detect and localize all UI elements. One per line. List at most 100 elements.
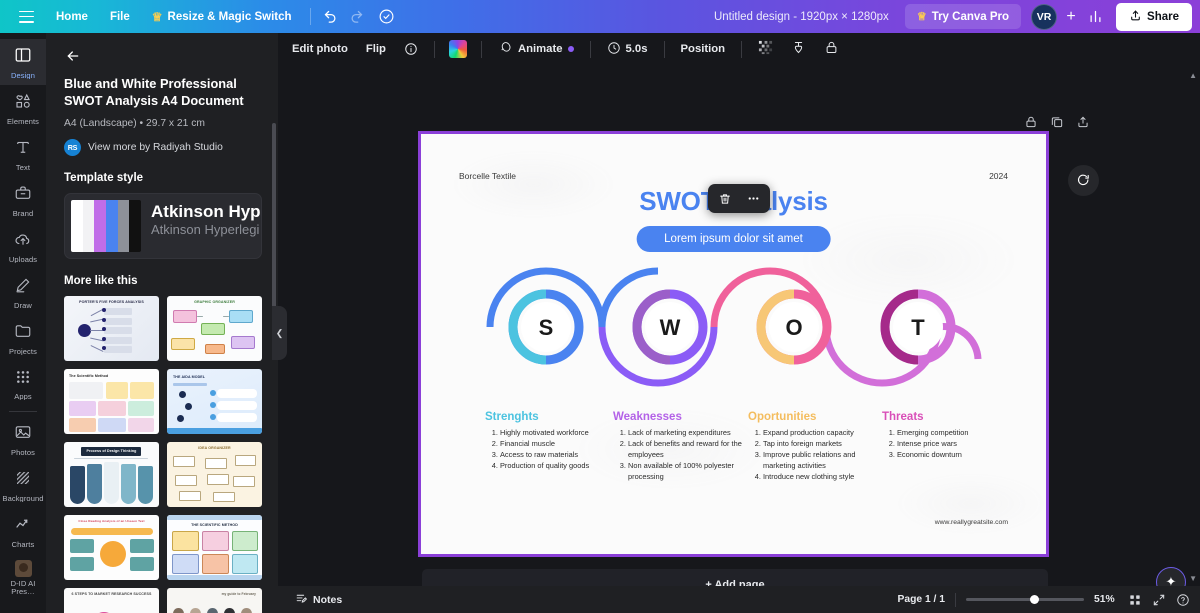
- author-link[interactable]: View more by Radiyah Studio: [88, 142, 223, 153]
- swot-letter-t: T: [911, 315, 925, 340]
- sidebar-item-did-ai-presenters[interactable]: D-ID AI Pres…: [0, 554, 46, 600]
- rotate-icon[interactable]: [1068, 165, 1099, 196]
- duplicate-icon[interactable]: [1050, 115, 1064, 134]
- position-button[interactable]: Position: [673, 38, 734, 60]
- sidebar-item-brand[interactable]: Brand: [0, 177, 46, 223]
- text-t-icon: [14, 138, 32, 161]
- template-thumbnail[interactable]: THE SCIENTIFIC METHOD: [167, 514, 262, 580]
- list-item: Non available of 100% polyester processi…: [628, 461, 753, 483]
- template-thumbnail[interactable]: 6 STEPS TO MARKET RESEARCH SUCCESS: [64, 587, 159, 613]
- grid-view-icon[interactable]: [1128, 593, 1142, 607]
- sidebar-item-background[interactable]: Background: [0, 462, 46, 508]
- document-title[interactable]: Untitled design - 1920px × 1280px: [704, 6, 899, 28]
- trash-icon[interactable]: [712, 187, 738, 210]
- sidebar-item-elements[interactable]: Elements: [0, 85, 46, 131]
- notes-button[interactable]: Notes: [288, 588, 349, 612]
- sidebar-label: Draw: [14, 301, 32, 310]
- left-icon-rail: Design Elements Text Brand Uploads Draw …: [0, 33, 46, 613]
- resize-label: Resize & Magic Switch: [167, 10, 292, 23]
- scroll-down-arrow[interactable]: ▼: [1189, 574, 1197, 583]
- template-thumbnail[interactable]: THE AIDA MODEL: [167, 368, 262, 434]
- status-bar: Notes Page 1 / 1 51%: [278, 586, 1200, 613]
- page-website: www.reallygreatsite.com: [934, 519, 1008, 526]
- collapse-panel-handle[interactable]: ❮: [272, 306, 287, 360]
- template-thumbnail[interactable]: my guide to February: [167, 587, 262, 613]
- flip-button[interactable]: Flip: [358, 38, 394, 60]
- sidebar-item-charts[interactable]: Charts: [0, 508, 46, 554]
- sidebar-item-photos[interactable]: Photos: [0, 416, 46, 462]
- zoom-knob[interactable]: [1030, 595, 1039, 604]
- divider: [589, 40, 591, 58]
- sidebar-item-design[interactable]: Design: [0, 39, 46, 85]
- column-heading: Strenghts: [485, 411, 539, 423]
- template-author[interactable]: RS View more by Radiyah Studio: [64, 138, 262, 156]
- template-thumbnail[interactable]: Process of Design Thinking: [64, 441, 159, 507]
- hamburger-icon: [19, 10, 34, 23]
- clock-icon: [607, 41, 621, 58]
- bar-chart-icon[interactable]: [1082, 4, 1108, 30]
- export-icon[interactable]: [1076, 115, 1090, 134]
- main-menu-button[interactable]: [8, 6, 45, 28]
- share-label: Share: [1147, 10, 1179, 23]
- expand-icon[interactable]: [1152, 593, 1166, 607]
- template-thumbnail[interactable]: GRAPHIC ORGANIZER: [167, 295, 262, 361]
- lock-button[interactable]: [816, 35, 847, 63]
- sidebar-item-text[interactable]: Text: [0, 131, 46, 177]
- sidebar-label: Apps: [14, 392, 32, 401]
- template-thumbnail[interactable]: Close Reading Analysis of an Unseen Text: [64, 514, 159, 580]
- add-collaborator-button[interactable]: +: [1060, 8, 1082, 26]
- object-toolbar: Edit photo Flip Animate 5.0s Position: [278, 33, 1200, 65]
- notes-label: Notes: [313, 593, 343, 606]
- share-button[interactable]: Share: [1116, 2, 1192, 31]
- color-swatch-button[interactable]: [443, 36, 473, 62]
- thumbnail-title: GRAPHIC ORGANIZER: [194, 299, 235, 304]
- swot-column-threats: Threats Emerging competition Intense pri…: [882, 411, 1012, 461]
- file-menu-button[interactable]: File: [99, 6, 141, 28]
- canvas-area: Borcelle Textile 2024 SWOT Analysis Lore…: [278, 65, 1200, 601]
- list-item: Highly motivated workforce: [500, 428, 619, 439]
- home-button[interactable]: Home: [45, 6, 99, 28]
- sidebar-item-apps[interactable]: Apps: [0, 361, 46, 407]
- cloud-check-icon[interactable]: [374, 4, 400, 30]
- template-thumbnail[interactable]: The Scientific Method: [64, 368, 159, 434]
- avatar[interactable]: VR: [1031, 3, 1058, 30]
- divider: [480, 40, 482, 58]
- sidebar-label: Brand: [12, 209, 34, 218]
- tone-button[interactable]: [783, 35, 814, 63]
- template-details-panel: Blue and White Professional SWOT Analysi…: [46, 33, 278, 613]
- column-list: Expand production capacity Tap into fore…: [748, 428, 888, 482]
- list-item: Lack of marketing expenditures: [628, 428, 753, 439]
- photo-icon: [14, 423, 32, 446]
- try-canva-pro-button[interactable]: ♕ Try Canva Pro: [904, 4, 1022, 29]
- zoom-slider[interactable]: [966, 593, 1084, 607]
- page-count: Page 1 / 1: [897, 594, 945, 605]
- list-item: Lack of benefits and reward for the empl…: [628, 439, 753, 461]
- avatar-thumbnail-icon: [14, 560, 32, 577]
- scroll-up-arrow[interactable]: ▲: [1189, 71, 1197, 80]
- help-circle-icon[interactable]: [1176, 593, 1190, 607]
- sidebar-item-uploads[interactable]: Uploads: [0, 223, 46, 269]
- sidebar-item-draw[interactable]: Draw: [0, 269, 46, 315]
- page-year: 2024: [989, 171, 1008, 181]
- duration-button[interactable]: 5.0s: [599, 36, 656, 63]
- transparency-button[interactable]: [750, 35, 781, 63]
- page-brand: Borcelle Textile: [459, 171, 517, 181]
- swot-column-opportunities: Oportunities Expand production capacity …: [748, 411, 888, 482]
- sidebar-label: Design: [11, 71, 35, 80]
- more-dots-icon[interactable]: [740, 187, 766, 210]
- thumbnail-title: Process of Design Thinking: [86, 448, 137, 453]
- template-thumbnail[interactable]: PORTER'S FIVE FORCES ANALYSIS: [64, 295, 159, 361]
- template-thumbnail[interactable]: IDEA ORGANIZER: [167, 441, 262, 507]
- info-circle-icon[interactable]: [396, 37, 426, 61]
- redo-icon[interactable]: [344, 4, 370, 30]
- edit-photo-button[interactable]: Edit photo: [284, 38, 356, 60]
- page-subtitle-pill: Lorem ipsum dolor sit amet: [636, 226, 831, 252]
- thumbnail-title: 6 STEPS TO MARKET RESEARCH SUCCESS: [71, 591, 152, 596]
- template-style-card[interactable]: Atkinson Hyp Atkinson Hyperlegi: [64, 192, 262, 259]
- undo-icon[interactable]: [318, 4, 344, 30]
- animate-button[interactable]: Animate: [490, 35, 582, 63]
- panel-back-button[interactable]: [58, 41, 88, 71]
- resize-magic-switch-button[interactable]: ♕ Resize & Magic Switch: [141, 5, 303, 29]
- sidebar-item-projects[interactable]: Projects: [0, 315, 46, 361]
- column-heading: Weaknesses: [613, 411, 682, 423]
